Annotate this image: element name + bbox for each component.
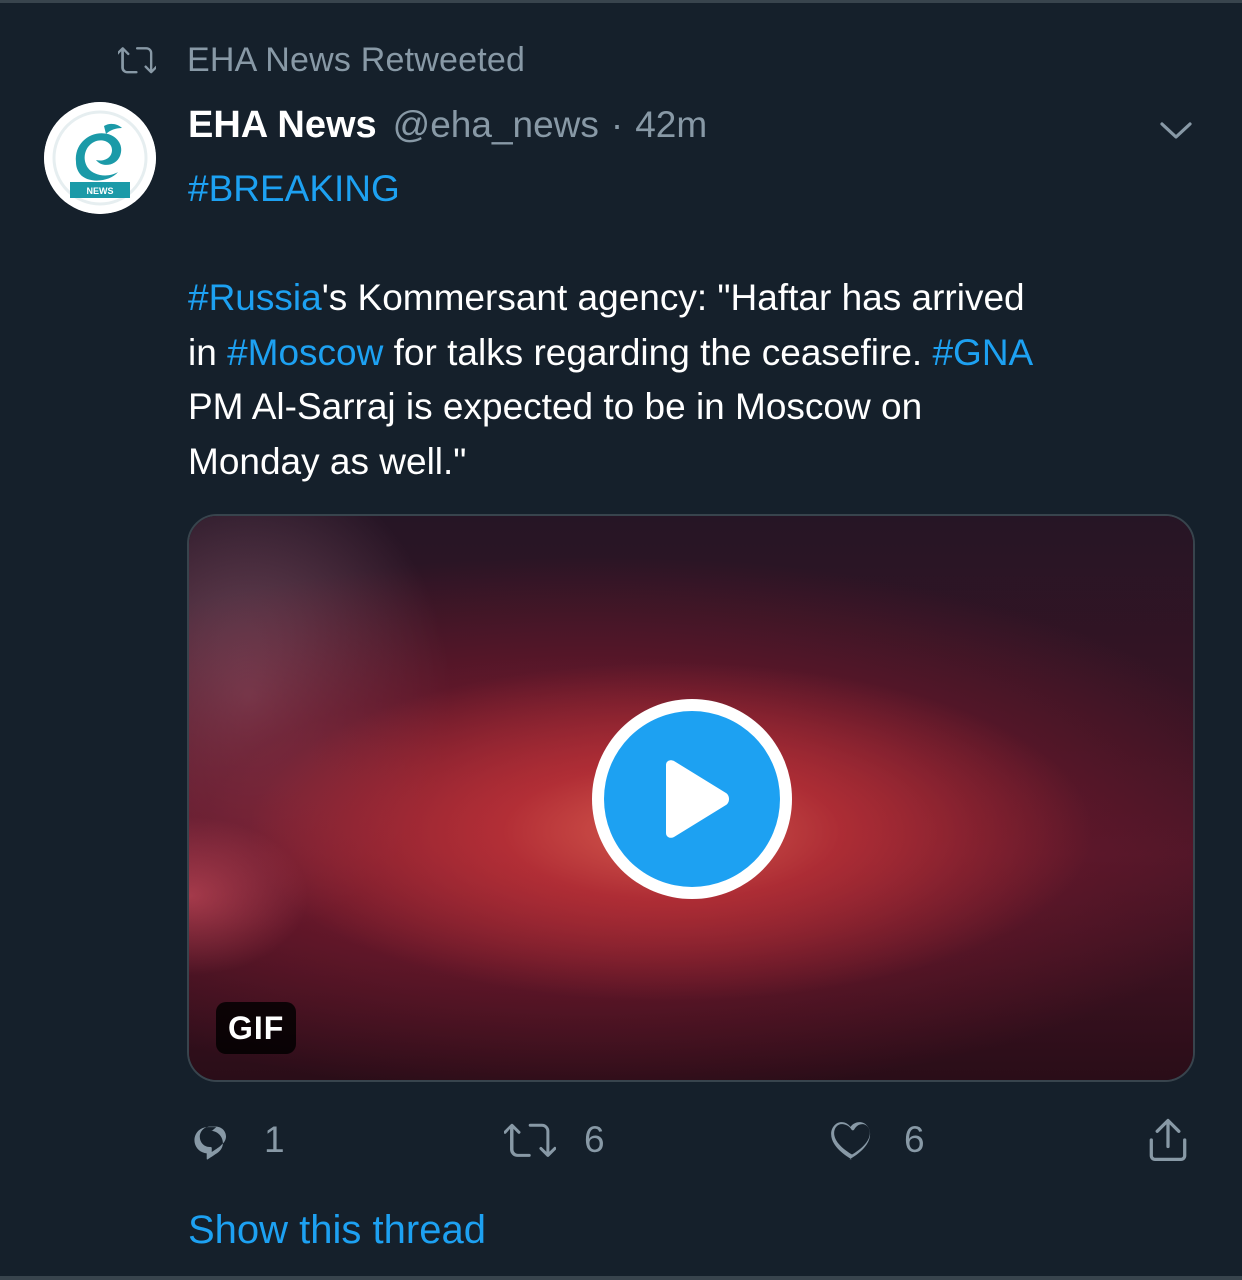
tweet-text: #BREAKING #Russia's Kommersant agency: "… [188,162,1198,489]
retweet-count: 6 [584,1119,605,1160]
tweet-text-segment: Monday as well." [188,440,467,482]
reply-count: 1 [264,1119,285,1160]
hashtag-link[interactable]: #GNA [932,332,1033,373]
tweet-header: EHA News @eha_news · 42m [188,104,707,156]
play-icon [666,760,729,838]
tweet-text-segment: PM Al-Sarraj is expected to be in Moscow… [188,386,923,427]
hashtag-link[interactable]: #Moscow [227,332,383,373]
retweet-icon [118,47,156,74]
media-glow [189,816,309,976]
tweet-actions: 1 6 6 [188,1112,1198,1168]
share-button[interactable] [1142,1112,1194,1168]
chevron-down-icon[interactable] [1154,112,1198,148]
retweet-button[interactable]: 6 [504,1112,605,1168]
display-name[interactable]: EHA News [188,104,377,147]
like-button[interactable]: 6 [828,1112,925,1168]
gif-badge: GIF [216,1002,297,1054]
share-icon [1149,1118,1187,1162]
tweet-text-segment: for talks regarding the ceasefire. [383,331,933,373]
handle[interactable]: @eha_news [393,104,599,146]
play-button[interactable] [592,699,792,899]
hashtag-link[interactable]: #Russia [188,277,322,318]
timestamp[interactable]: 42m [635,104,707,146]
avatar[interactable]: NEWS [44,102,156,214]
bottom-divider [0,1276,1242,1280]
eha-news-logo-icon: NEWS [44,102,156,214]
tweet-text-segment: 's Kommersant agency: "Haftar has arrive… [321,277,1025,318]
hashtag-link[interactable]: #BREAKING [188,168,400,209]
show-thread-link[interactable]: Show this thread [188,1208,486,1253]
reply-button[interactable]: 1 [188,1112,285,1168]
tweet-text-segment: in [188,331,228,373]
separator-dot: · [610,104,624,145]
like-count: 6 [904,1119,925,1160]
avatar-badge-text: NEWS [87,186,114,196]
retweeted-by-label: EHA News Retweeted [187,40,526,79]
top-divider [0,0,1242,3]
social-context[interactable]: EHA News Retweeted [118,38,525,82]
heart-icon [831,1122,871,1160]
reply-icon [194,1126,227,1160]
media-gif[interactable]: GIF [187,514,1195,1082]
retweet-icon [504,1123,556,1157]
